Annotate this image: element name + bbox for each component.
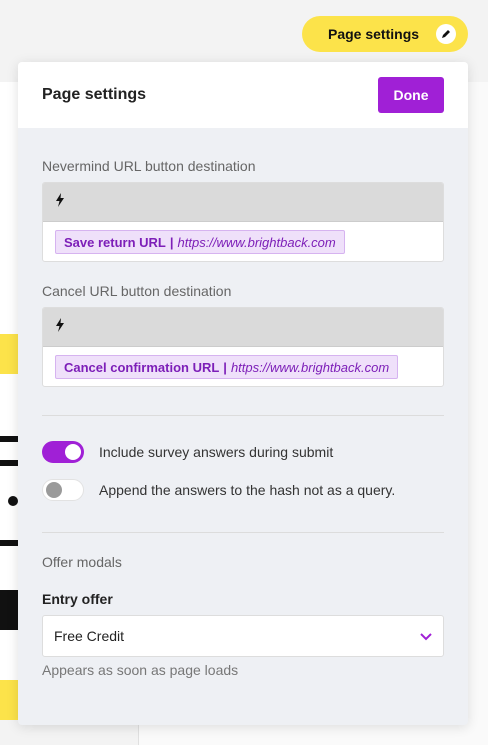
token-url: https://www.brightback.com	[230, 359, 390, 375]
cancel-url-label: Cancel URL button destination	[42, 283, 232, 299]
pencil-icon	[436, 24, 456, 44]
entry-offer-value: Free Credit	[54, 628, 125, 644]
lightning-icon[interactable]	[55, 317, 65, 337]
url-token[interactable]: Save return URL | https://www.brightback…	[55, 230, 345, 254]
entry-offer-label: Entry offer	[42, 591, 113, 607]
token-url: https://www.brightback.com	[177, 234, 336, 250]
token-name: Cancel confirmation URL	[64, 359, 220, 375]
background-block	[0, 590, 20, 630]
divider	[42, 532, 444, 533]
url-token[interactable]: Cancel confirmation URL | https://www.br…	[55, 355, 399, 379]
nevermind-url-field[interactable]: Save return URL | https://www.brightback…	[42, 182, 444, 262]
panel-title: Page settings	[42, 86, 147, 103]
entry-offer-helper: Appears as soon as page loads	[42, 662, 239, 678]
cancel-url-field[interactable]: Cancel confirmation URL | https://www.br…	[42, 307, 444, 387]
append-answers-hash-label: Append the answers to the hash not as a …	[99, 482, 396, 498]
background-button	[0, 334, 20, 374]
page-settings-panel: Page settings Done Nevermind URL button …	[18, 62, 468, 725]
done-button[interactable]: Done	[378, 77, 444, 113]
background-dot	[8, 496, 18, 506]
cancel-url-toolbar	[43, 308, 443, 347]
background-line	[0, 436, 20, 442]
divider	[42, 415, 444, 416]
token-separator: |	[169, 234, 174, 250]
background-line	[0, 540, 20, 546]
chevron-down-icon	[419, 629, 433, 645]
include-survey-answers-toggle[interactable]	[42, 441, 84, 463]
toggle-knob	[46, 482, 62, 498]
append-answers-hash-toggle[interactable]	[42, 479, 84, 501]
background-button	[0, 680, 20, 720]
nevermind-url-content[interactable]: Save return URL | https://www.brightback…	[43, 222, 443, 261]
page-settings-label: Page settings	[328, 26, 420, 42]
include-survey-answers-label: Include survey answers during submit	[99, 444, 334, 460]
token-separator: |	[223, 359, 227, 375]
cancel-url-content[interactable]: Cancel confirmation URL | https://www.br…	[43, 347, 443, 386]
nevermind-url-label: Nevermind URL button destination	[42, 158, 256, 174]
panel-header: Page settings Done	[18, 62, 468, 128]
toggle-knob	[65, 444, 81, 460]
lightning-icon[interactable]	[55, 192, 65, 212]
page-settings-toggle-button[interactable]: Page settings	[302, 16, 468, 52]
entry-offer-select[interactable]: Free Credit	[42, 615, 444, 657]
nevermind-url-toolbar	[43, 183, 443, 222]
offer-modals-heading: Offer modals	[42, 554, 122, 570]
token-name: Save return URL	[64, 234, 166, 250]
background-line	[0, 460, 20, 466]
